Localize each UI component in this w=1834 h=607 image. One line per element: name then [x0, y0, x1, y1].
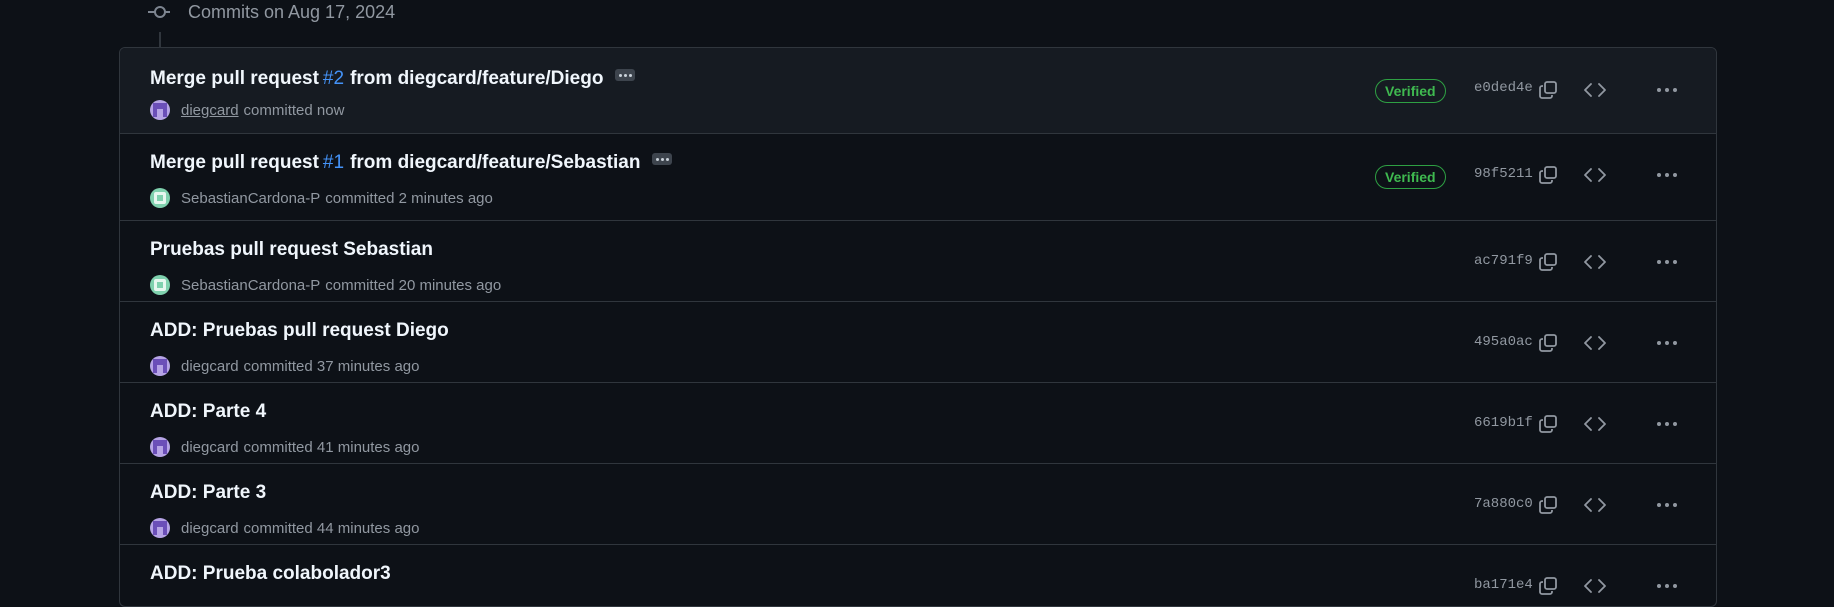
verified-badge[interactable]: Verified: [1375, 79, 1446, 103]
ellipsis-icon[interactable]: [615, 69, 636, 81]
kebab-horizontal-icon[interactable]: [1652, 247, 1682, 277]
timeline-date: Commits on Aug 17, 2024: [188, 1, 396, 22]
commit-time: committed now: [243, 101, 345, 119]
commit-meta: SebastianCardona-P committed 2 minutes a…: [150, 188, 493, 208]
commit-sha[interactable]: 98f5211: [1474, 166, 1533, 182]
commit-title-text[interactable]: ADD: Pruebas pull request Diego: [150, 320, 449, 342]
author-link[interactable]: SebastianCardona-P: [181, 190, 320, 207]
commit-meta: diegcard committed now: [150, 100, 344, 120]
code-icon[interactable]: [1580, 490, 1610, 520]
timeline-stem: [159, 32, 161, 48]
commit-sha[interactable]: ba171e4: [1474, 577, 1533, 593]
commit-row: Merge pull request #1 from diegcard/feat…: [120, 134, 1716, 221]
commit-title-suffix[interactable]: from diegcard/feature/Sebastian: [350, 152, 640, 174]
commit-title-suffix[interactable]: from diegcard/feature/Diego: [350, 68, 603, 90]
copy-icon[interactable]: [1533, 247, 1563, 277]
author-link[interactable]: diegcard: [181, 520, 239, 537]
commit-title-text[interactable]: Pruebas pull request Sebastian: [150, 239, 433, 261]
commit-sha[interactable]: 495a0ac: [1474, 334, 1533, 350]
copy-icon[interactable]: [1533, 75, 1563, 105]
commit-title-prefix[interactable]: Merge pull request: [150, 152, 319, 174]
kebab-horizontal-icon[interactable]: [1652, 75, 1682, 105]
commit-row: ADD: Prueba colabolador3 ba171e4: [120, 545, 1716, 606]
author-link[interactable]: diegcard: [181, 358, 239, 375]
commit-meta: diegcard committed 44 minutes ago: [150, 518, 419, 538]
commit-title-prefix[interactable]: Merge pull request: [150, 68, 319, 90]
commit-row: ADD: Pruebas pull request Diego diegcard…: [120, 302, 1716, 383]
author-link[interactable]: diegcard: [181, 102, 239, 119]
author-link[interactable]: SebastianCardona-P: [181, 277, 320, 294]
kebab-horizontal-icon[interactable]: [1652, 160, 1682, 190]
commit-title[interactable]: Merge pull request #1 from diegcard/feat…: [150, 152, 673, 174]
commit-title[interactable]: Pruebas pull request Sebastian: [150, 239, 433, 261]
copy-icon[interactable]: [1533, 409, 1563, 439]
git-commit-icon: [148, 1, 170, 23]
avatar[interactable]: [150, 356, 170, 376]
commit-title[interactable]: ADD: Pruebas pull request Diego: [150, 320, 449, 342]
code-icon[interactable]: [1580, 247, 1610, 277]
verified-badge[interactable]: Verified: [1375, 165, 1446, 189]
timeline-header: Commits on Aug 17, 2024: [148, 0, 395, 24]
commit-title-text[interactable]: ADD: Parte 3: [150, 482, 266, 504]
code-icon[interactable]: [1580, 328, 1610, 358]
commit-row: ADD: Parte 4 diegcard committed 41 minut…: [120, 383, 1716, 464]
commit-title[interactable]: ADD: Parte 3: [150, 482, 266, 504]
commit-title[interactable]: Merge pull request #2 from diegcard/feat…: [150, 68, 636, 90]
copy-icon[interactable]: [1533, 571, 1563, 601]
kebab-horizontal-icon[interactable]: [1652, 328, 1682, 358]
commit-meta: diegcard committed 37 minutes ago: [150, 356, 419, 376]
commit-time: committed 20 minutes ago: [325, 276, 502, 294]
commit-title-text[interactable]: ADD: Parte 4: [150, 401, 266, 423]
pr-link[interactable]: #1: [323, 152, 344, 174]
commit-list: Merge pull request #2 from diegcard/feat…: [119, 47, 1717, 607]
commit-title[interactable]: ADD: Prueba colabolador3: [150, 563, 391, 585]
code-icon[interactable]: [1580, 160, 1610, 190]
kebab-horizontal-icon[interactable]: [1652, 571, 1682, 601]
commit-meta: SebastianCardona-P committed 20 minutes …: [150, 275, 501, 295]
avatar[interactable]: [150, 437, 170, 457]
pr-link[interactable]: #2: [323, 68, 344, 90]
author-link[interactable]: diegcard: [181, 439, 239, 456]
ellipsis-icon[interactable]: [652, 153, 673, 165]
commit-time: committed 37 minutes ago: [243, 357, 420, 375]
commit-meta: diegcard committed 41 minutes ago: [150, 437, 419, 457]
commit-sha[interactable]: 6619b1f: [1474, 415, 1533, 431]
avatar[interactable]: [150, 275, 170, 295]
code-icon[interactable]: [1580, 409, 1610, 439]
commit-row: ADD: Parte 3 diegcard committed 44 minut…: [120, 464, 1716, 545]
copy-icon[interactable]: [1533, 328, 1563, 358]
avatar[interactable]: [150, 518, 170, 538]
commit-time: committed 44 minutes ago: [243, 519, 420, 537]
commit-title[interactable]: ADD: Parte 4: [150, 401, 266, 423]
commit-sha[interactable]: e0ded4e: [1474, 80, 1533, 96]
commit-row: Merge pull request #2 from diegcard/feat…: [120, 48, 1716, 134]
commit-row: Pruebas pull request Sebastian Sebastian…: [120, 221, 1716, 302]
kebab-horizontal-icon[interactable]: [1652, 490, 1682, 520]
commit-title-text[interactable]: ADD: Prueba colabolador3: [150, 563, 391, 585]
commit-sha[interactable]: ac791f9: [1474, 253, 1533, 269]
copy-icon[interactable]: [1533, 490, 1563, 520]
copy-icon[interactable]: [1533, 160, 1563, 190]
avatar[interactable]: [150, 188, 170, 208]
commit-time: committed 2 minutes ago: [325, 189, 493, 207]
kebab-horizontal-icon[interactable]: [1652, 409, 1682, 439]
code-icon[interactable]: [1580, 571, 1610, 601]
commit-sha[interactable]: 7a880c0: [1474, 496, 1533, 512]
avatar[interactable]: [150, 100, 170, 120]
commit-time: committed 41 minutes ago: [243, 438, 420, 456]
code-icon[interactable]: [1580, 75, 1610, 105]
